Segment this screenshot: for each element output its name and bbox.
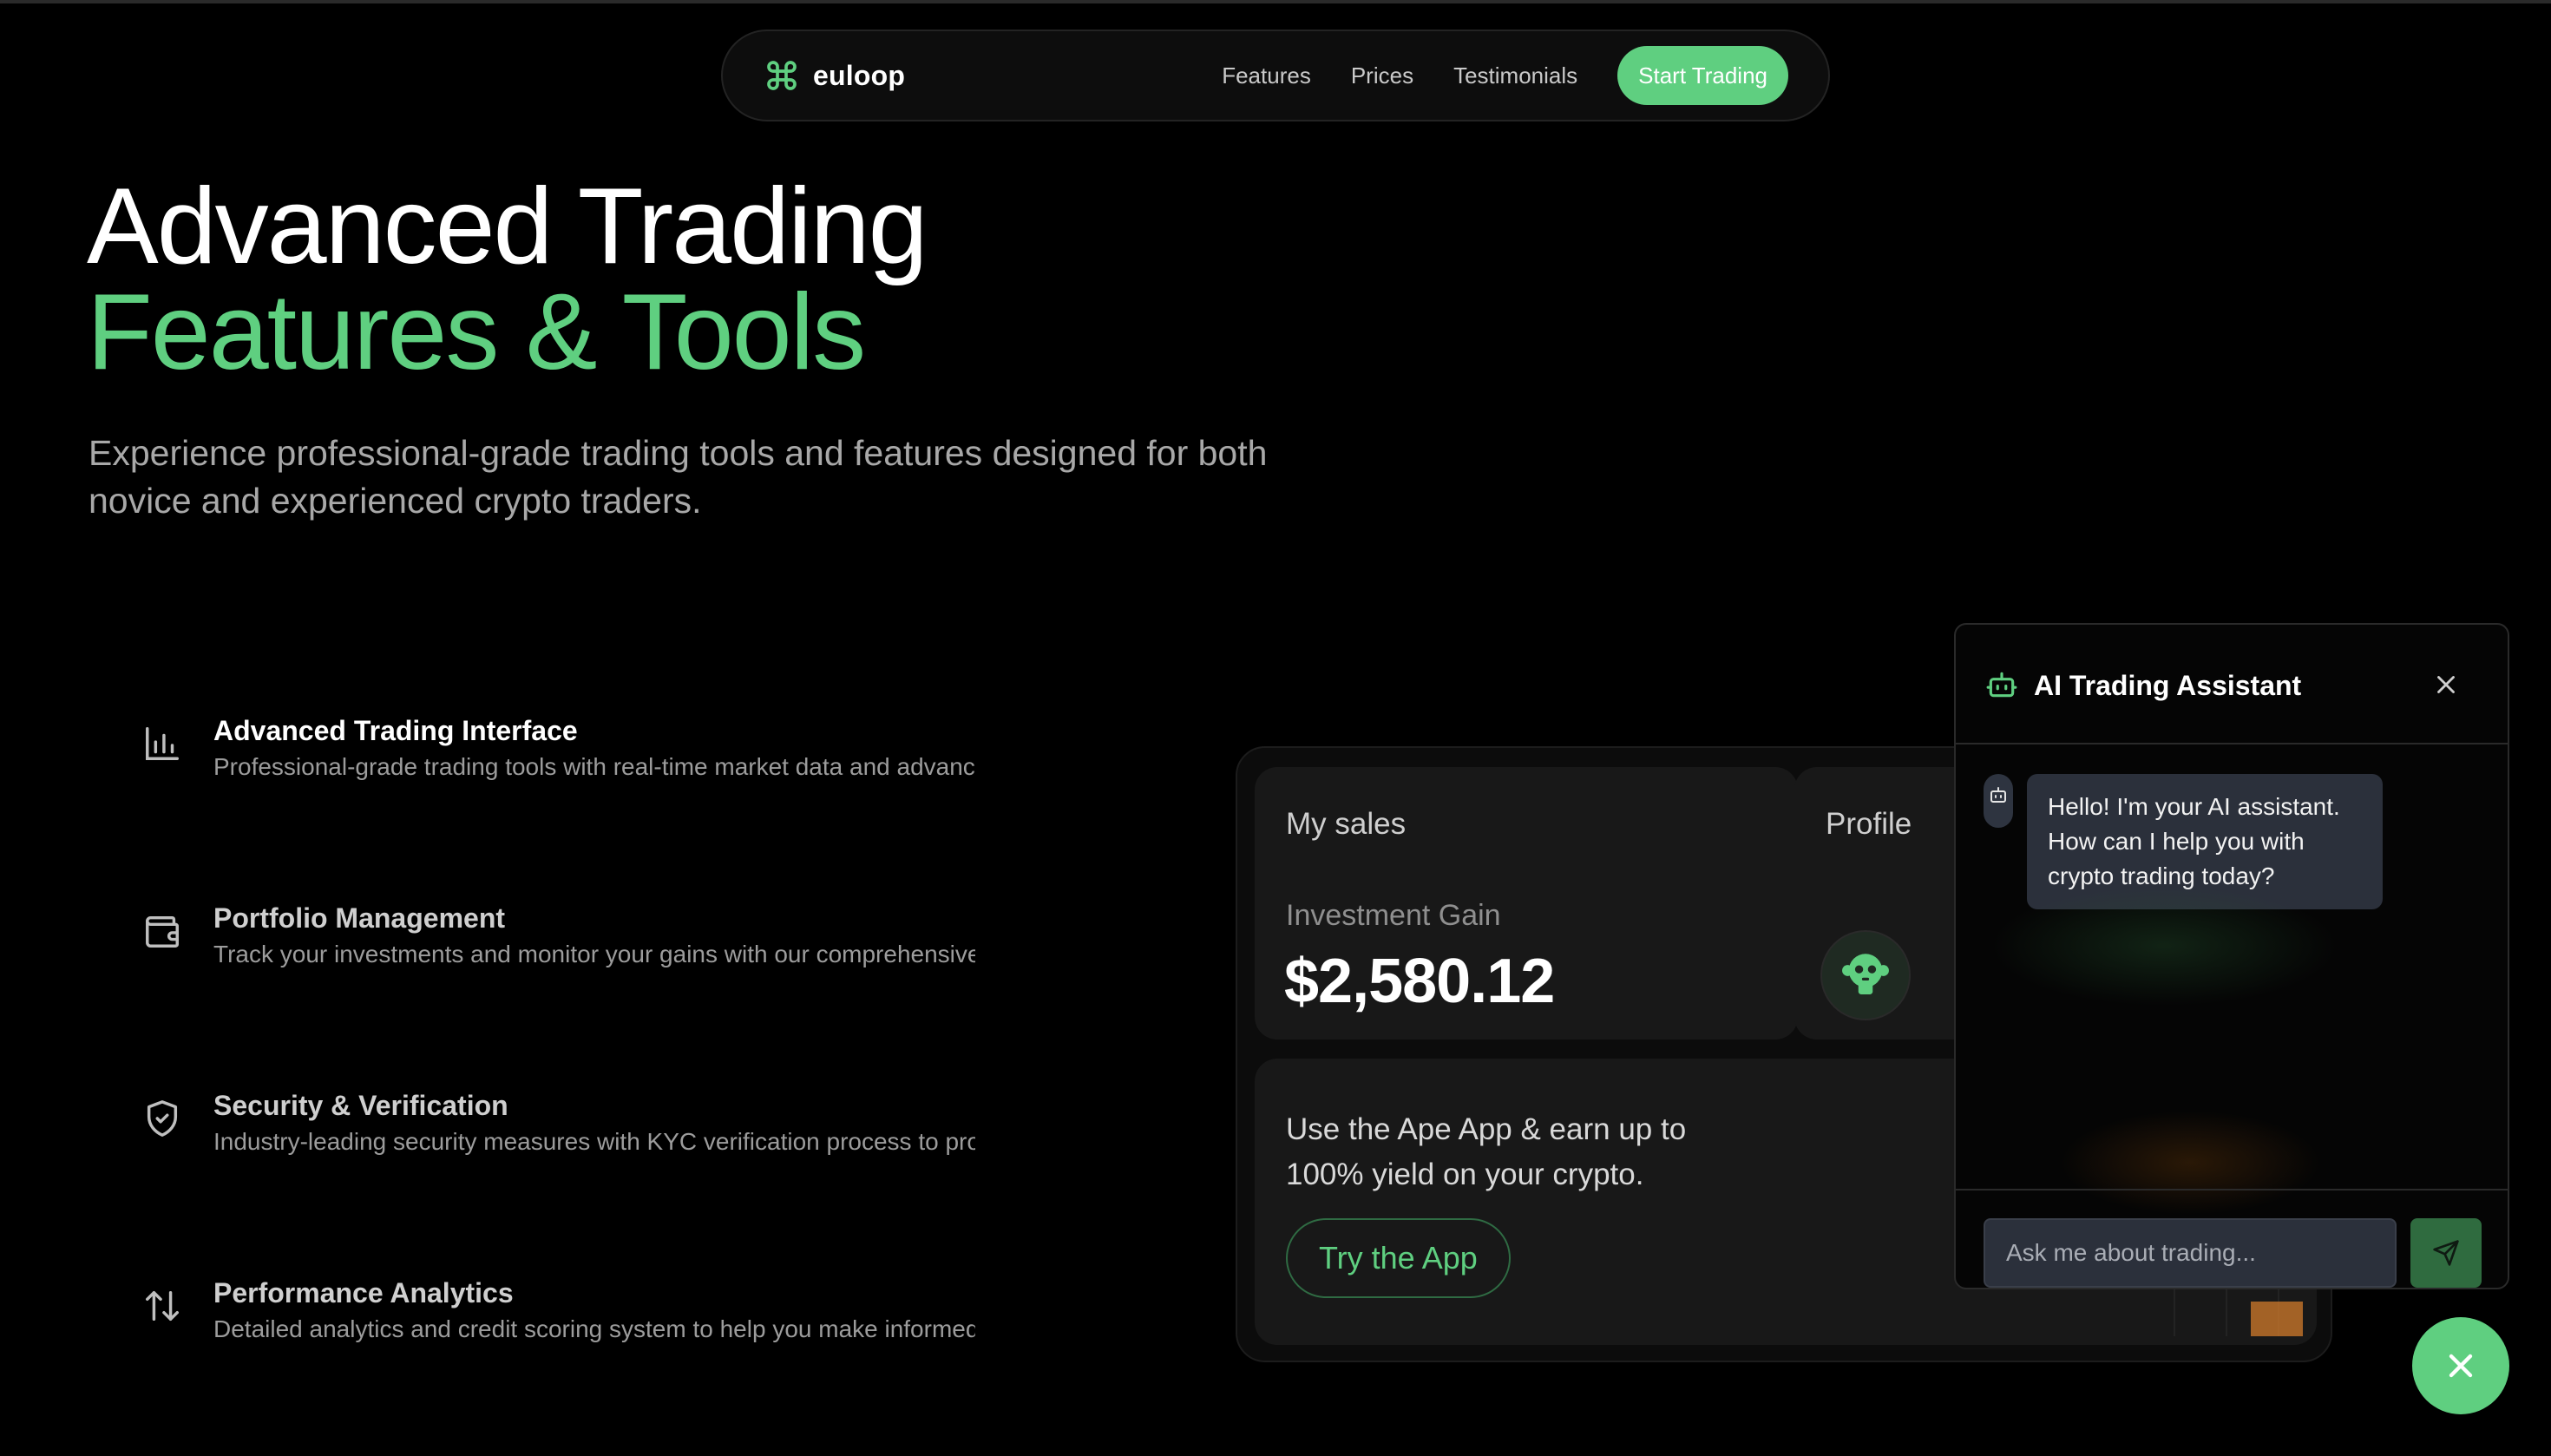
chat-toggle-button[interactable] [2412, 1317, 2509, 1414]
profile-card-title: Profile [1826, 807, 1912, 841]
investment-gain-value: $2,580.12 [1284, 947, 1555, 1016]
feature-description: Professional-grade trading tools with re… [213, 753, 975, 780]
hero-subtitle-line2: novice and experienced crypto traders. [89, 481, 702, 521]
feature-title: Security & Verification [213, 1090, 508, 1121]
arrows-up-down-icon [146, 1290, 179, 1322]
feature-title: Performance Analytics [213, 1277, 514, 1308]
bar-chart-icon [146, 727, 179, 760]
start-trading-button[interactable]: Start Trading [1617, 46, 1788, 105]
ai-chat-panel: AI Trading Assistant Hello! I'm your AI … [1954, 623, 2509, 1289]
sales-card: My sales Investment Gain $2,580.12 [1255, 767, 1798, 1040]
feature-description: Industry-leading security measures with … [213, 1128, 975, 1155]
hero-subtitle-line1: Experience professional-grade trading to… [89, 433, 1268, 473]
hero-subtitle: Experience professional-grade trading to… [89, 430, 1338, 525]
assistant-avatar [1984, 774, 2013, 828]
hero-title-line2: Features & Tools [87, 272, 866, 392]
close-icon[interactable] [2431, 670, 2461, 699]
ape-promo-text: Use the Ape App & earn up to 100% yield … [1286, 1112, 1687, 1191]
background-glow [1990, 885, 2338, 1007]
try-the-app-label: Try the App [1319, 1240, 1478, 1276]
command-icon [767, 61, 797, 90]
sales-card-title: My sales [1286, 807, 1407, 841]
close-icon [2449, 1354, 2473, 1378]
start-trading-label: Start Trading [1638, 62, 1767, 89]
chat-input[interactable] [1984, 1218, 2397, 1288]
ape-avatar-icon [1842, 954, 1889, 994]
nav-link-features[interactable]: Features [1222, 62, 1311, 89]
nav-links: Features Prices Testimonials Start Tradi… [1222, 46, 1788, 105]
feature-title: Advanced Trading Interface [213, 715, 578, 746]
feature-description: Track your investments and monitor your … [213, 941, 975, 967]
app-root: euloop Features Prices Testimonials Star… [0, 0, 2551, 1456]
chat-header: AI Trading Assistant [1956, 625, 2508, 744]
send-icon [2433, 1240, 2459, 1266]
brand-name: euloop [813, 59, 906, 91]
try-the-app-button[interactable]: Try the App [1286, 1218, 1511, 1298]
wallet-icon [146, 915, 179, 948]
shield-check-icon [147, 1100, 178, 1137]
window-frame [0, 0, 2551, 3]
feature-title: Portfolio Management [213, 902, 506, 934]
chat-footer [1956, 1189, 2508, 1288]
investment-gain-label: Investment Gain [1286, 899, 1501, 932]
top-navbar: euloop Features Prices Testimonials Star… [721, 30, 1830, 121]
feature-description: Detailed analytics and credit scoring sy… [213, 1315, 975, 1342]
brand[interactable]: euloop [764, 58, 905, 93]
hero-title-line1: Advanced Trading [87, 167, 928, 286]
bot-icon [1990, 787, 2006, 803]
nav-link-prices[interactable]: Prices [1351, 62, 1413, 89]
hero-title: Advanced Trading Features & Tools [87, 167, 928, 392]
avatar[interactable] [1820, 930, 1911, 1020]
nav-link-testimonials[interactable]: Testimonials [1453, 62, 1577, 89]
send-button[interactable] [2410, 1218, 2482, 1288]
chat-title: AI Trading Assistant [2034, 670, 2302, 701]
bot-icon [1986, 672, 2017, 698]
